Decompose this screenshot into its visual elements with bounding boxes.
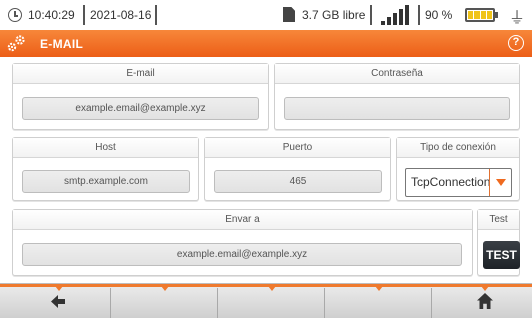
bottom-divider (217, 288, 218, 318)
battery-icon (465, 8, 495, 22)
bottom-bar (0, 283, 532, 318)
bottom-accent-line (0, 284, 532, 287)
host-panel: Host smtp.example.com (12, 137, 199, 201)
charging-plug-icon: ⏚ (509, 10, 526, 27)
email-panel: E-mail example.email@example.xyz (12, 63, 269, 130)
page-title: E-MAIL (40, 37, 84, 51)
port-panel: Puerto 465 (204, 137, 391, 201)
port-field[interactable]: 465 (214, 170, 382, 193)
connection-type-select[interactable]: TcpConnection (405, 168, 512, 197)
test-button[interactable]: TEST (483, 241, 520, 269)
battery-tip (495, 12, 498, 18)
battery-percent: 90 % (425, 8, 453, 22)
password-field[interactable] (284, 97, 510, 120)
status-time: 10:40:29 (28, 8, 75, 22)
email-field[interactable]: example.email@example.xyz (22, 97, 259, 120)
connection-type-label: Tipo de conexión (397, 138, 519, 158)
connection-type-value: TcpConnection (411, 175, 491, 189)
bottom-notch (55, 286, 63, 291)
password-panel: Contraseña (274, 63, 520, 130)
host-label: Host (13, 138, 198, 158)
sd-card-icon (283, 7, 295, 22)
settings-gears-icon (7, 35, 25, 52)
status-separator (418, 5, 420, 25)
home-icon[interactable] (477, 293, 493, 309)
bottom-divider (431, 288, 432, 318)
bottom-notch (481, 286, 489, 291)
status-separator (83, 5, 85, 25)
send-to-field[interactable]: example.email@example.xyz (22, 243, 462, 266)
connection-type-panel: Tipo de conexión TcpConnection (396, 137, 520, 201)
send-to-label: Envar a (13, 210, 472, 230)
email-label: E-mail (13, 64, 268, 84)
title-bar: E-MAIL ? (0, 30, 532, 57)
status-separator (370, 5, 372, 25)
bottom-notch (161, 286, 169, 291)
host-field[interactable]: smtp.example.com (22, 170, 190, 193)
chevron-down-icon[interactable] (489, 169, 511, 196)
status-separator (155, 5, 157, 25)
password-label: Contraseña (275, 64, 519, 84)
send-to-panel: Envar a example.email@example.xyz (12, 209, 473, 276)
bottom-divider (110, 288, 111, 318)
port-label: Puerto (205, 138, 390, 158)
bottom-divider (324, 288, 325, 318)
test-label: Test (478, 210, 519, 230)
status-bar: 10:40:29 2021-08-16 3.7 GB libre 90 % ⏚ (0, 0, 532, 30)
arrow-left-icon[interactable] (51, 295, 65, 308)
clock-icon (8, 8, 22, 22)
help-icon[interactable]: ? (508, 35, 524, 51)
storage-free: 3.7 GB libre (302, 8, 366, 22)
bottom-notch (268, 286, 276, 291)
status-date: 2021-08-16 (90, 8, 152, 22)
bottom-notch (375, 286, 383, 291)
